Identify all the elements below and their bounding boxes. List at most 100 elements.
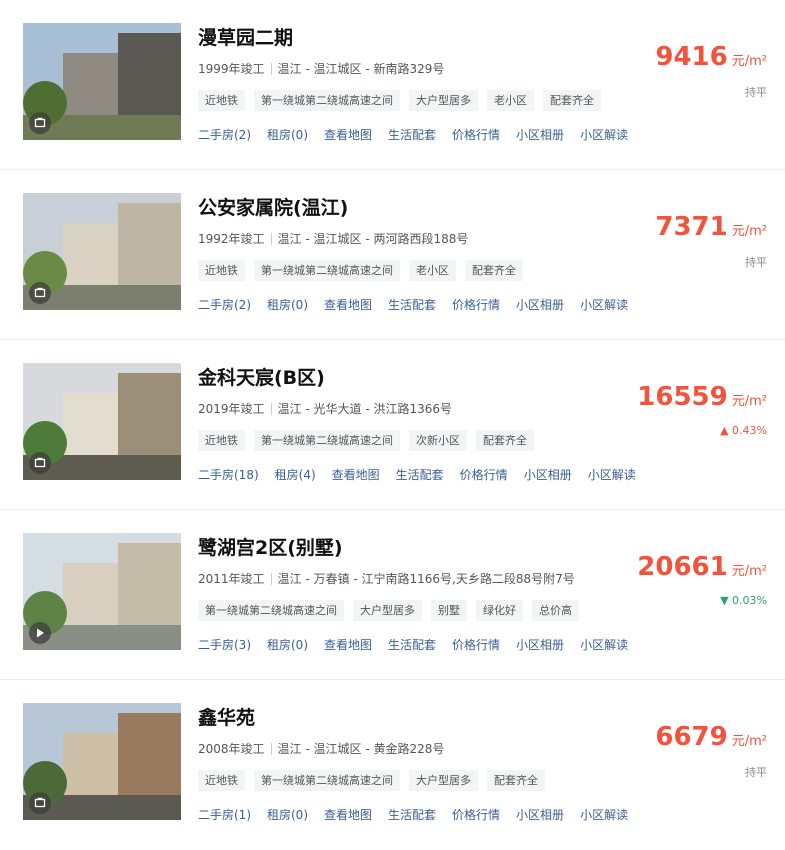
- map-link[interactable]: 查看地图: [324, 296, 372, 313]
- play-icon: [37, 628, 44, 638]
- community-list: 漫草园二期 1999年竣工 温江 - 温江城区 - 新南路329号 近地铁 第一绕城…: [0, 0, 785, 850]
- action-links: 二手房(2) 租房(0) 查看地图 生活配套 价格行情 小区相册 小区解读: [198, 126, 644, 143]
- amenities-link[interactable]: 生活配套: [388, 296, 436, 313]
- album-link[interactable]: 小区相册: [516, 126, 564, 143]
- album-link[interactable]: 小区相册: [516, 296, 564, 313]
- price-trend-link[interactable]: 价格行情: [460, 466, 508, 483]
- action-links: 二手房(3) 租房(0) 查看地图 生活配套 价格行情 小区相册 小区解读: [198, 636, 644, 653]
- price-value: 20661: [637, 552, 728, 582]
- tag: 第一绕城第二绕城高速之间: [254, 770, 400, 791]
- tag: 配套齐全: [476, 430, 534, 451]
- community-name[interactable]: 漫草园二期: [198, 23, 293, 50]
- tag: 大户型居多: [409, 770, 478, 791]
- community-photo[interactable]: [23, 533, 181, 650]
- price-trend-link[interactable]: 价格行情: [452, 126, 500, 143]
- amenities-link[interactable]: 生活配套: [388, 806, 436, 823]
- divider: [270, 63, 272, 75]
- community-meta: 2008年竣工 温江 - 温江城区 - 黄金路228号: [198, 740, 444, 757]
- community-item: 鑫华苑 2008年竣工 温江 - 温江城区 - 黄金路228号 近地铁 第一绕城第二…: [0, 680, 785, 850]
- price-trend-link[interactable]: 价格行情: [452, 636, 500, 653]
- album-link[interactable]: 小区相册: [524, 466, 572, 483]
- community-address: 温江 - 温江城区 - 新南路329号: [277, 62, 445, 76]
- tag: 近地铁: [198, 260, 245, 281]
- amenities-link[interactable]: 生活配套: [388, 126, 436, 143]
- photo-icon: [34, 457, 46, 468]
- tag-list: 第一绕城第二绕城高速之间 大户型居多 别墅 绿化好 总价高: [198, 600, 579, 621]
- second-hand-link[interactable]: 二手房(2): [198, 126, 251, 143]
- action-links: 二手房(1) 租房(0) 查看地图 生活配套 价格行情 小区相册 小区解读: [198, 806, 644, 823]
- tag: 次新小区: [409, 430, 467, 451]
- price-trend: 持平: [745, 256, 767, 269]
- price-unit: 元/m²: [731, 54, 767, 69]
- community-photo[interactable]: [23, 193, 181, 310]
- price-value: 6679: [655, 722, 728, 752]
- action-links: 二手房(18) 租房(4) 查看地图 生活配套 价格行情 小区相册 小区解读: [198, 466, 652, 483]
- tag: 大户型居多: [353, 600, 422, 621]
- analysis-link[interactable]: 小区解读: [580, 636, 628, 653]
- photo-icon: [34, 797, 46, 808]
- amenities-link[interactable]: 生活配套: [388, 636, 436, 653]
- analysis-link[interactable]: 小区解读: [580, 126, 628, 143]
- rent-link[interactable]: 租房(0): [267, 296, 308, 313]
- community-photo[interactable]: [23, 703, 181, 820]
- community-meta: 1992年竣工 温江 - 温江城区 - 两河路西段188号: [198, 230, 468, 247]
- analysis-link[interactable]: 小区解读: [580, 296, 628, 313]
- divider: [270, 403, 272, 415]
- map-link[interactable]: 查看地图: [324, 126, 372, 143]
- tag: 第一绕城第二绕城高速之间: [254, 90, 400, 111]
- community-name[interactable]: 鹭湖宫2区(别墅): [198, 533, 343, 560]
- community-name[interactable]: 公安家属院(温江): [198, 193, 348, 220]
- price-trend: 持平: [745, 86, 767, 99]
- tag: 第一绕城第二绕城高速之间: [198, 600, 344, 621]
- photo-icon: [34, 117, 46, 128]
- community-item: 鹭湖宫2区(别墅) 2011年竣工 温江 - 万春镇 - 江宁南路1166号,天乡…: [0, 510, 785, 680]
- community-item: 漫草园二期 1999年竣工 温江 - 温江城区 - 新南路329号 近地铁 第一绕城…: [0, 0, 785, 170]
- community-name[interactable]: 金科天宸(B区): [198, 363, 325, 390]
- price-unit: 元/m²: [731, 394, 767, 409]
- community-name[interactable]: 鑫华苑: [198, 703, 255, 730]
- price-trend-link[interactable]: 价格行情: [452, 296, 500, 313]
- rent-link[interactable]: 租房(0): [267, 636, 308, 653]
- community-item: 公安家属院(温江) 1992年竣工 温江 - 温江城区 - 两河路西段188号 近…: [0, 170, 785, 340]
- divider: [270, 743, 272, 755]
- price-unit: 元/m²: [731, 224, 767, 239]
- map-link[interactable]: 查看地图: [324, 806, 372, 823]
- community-photo[interactable]: [23, 23, 181, 140]
- price-value: 9416: [655, 42, 728, 72]
- tag: 老小区: [409, 260, 456, 281]
- tag: 第一绕城第二绕城高速之间: [254, 430, 400, 451]
- community-meta: 2019年竣工 温江 - 光华大道 - 洪江路1366号: [198, 400, 452, 417]
- price-trend-link[interactable]: 价格行情: [452, 806, 500, 823]
- price-block: 9416 元/m²: [655, 42, 767, 72]
- divider: [270, 573, 272, 585]
- map-link[interactable]: 查看地图: [324, 636, 372, 653]
- price-trend: ▼ 0.03%: [720, 594, 767, 607]
- rent-link[interactable]: 租房(0): [267, 806, 308, 823]
- tag: 大户型居多: [409, 90, 478, 111]
- tag: 别墅: [431, 600, 467, 621]
- second-hand-link[interactable]: 二手房(18): [198, 466, 259, 483]
- price-unit: 元/m²: [731, 734, 767, 749]
- analysis-link[interactable]: 小区解读: [580, 806, 628, 823]
- second-hand-link[interactable]: 二手房(2): [198, 296, 251, 313]
- community-meta: 2011年竣工 温江 - 万春镇 - 江宁南路1166号,天乡路二段88号附7号: [198, 570, 575, 587]
- community-address: 温江 - 万春镇 - 江宁南路1166号,天乡路二段88号附7号: [277, 572, 575, 586]
- amenities-link[interactable]: 生活配套: [396, 466, 444, 483]
- divider: [270, 233, 272, 245]
- album-link[interactable]: 小区相册: [516, 636, 564, 653]
- community-address: 温江 - 温江城区 - 两河路西段188号: [277, 232, 469, 246]
- price-block: 7371 元/m²: [655, 212, 767, 242]
- map-link[interactable]: 查看地图: [332, 466, 380, 483]
- price-value: 7371: [655, 212, 728, 242]
- tag: 配套齐全: [543, 90, 601, 111]
- tag-list: 近地铁 第一绕城第二绕城高速之间 次新小区 配套齐全: [198, 430, 534, 451]
- rent-link[interactable]: 租房(4): [275, 466, 316, 483]
- rent-link[interactable]: 租房(0): [267, 126, 308, 143]
- analysis-link[interactable]: 小区解读: [588, 466, 636, 483]
- tag: 第一绕城第二绕城高速之间: [254, 260, 400, 281]
- second-hand-link[interactable]: 二手房(3): [198, 636, 251, 653]
- community-photo[interactable]: [23, 363, 181, 480]
- build-year: 2011年竣工: [198, 572, 265, 586]
- album-link[interactable]: 小区相册: [516, 806, 564, 823]
- second-hand-link[interactable]: 二手房(1): [198, 806, 251, 823]
